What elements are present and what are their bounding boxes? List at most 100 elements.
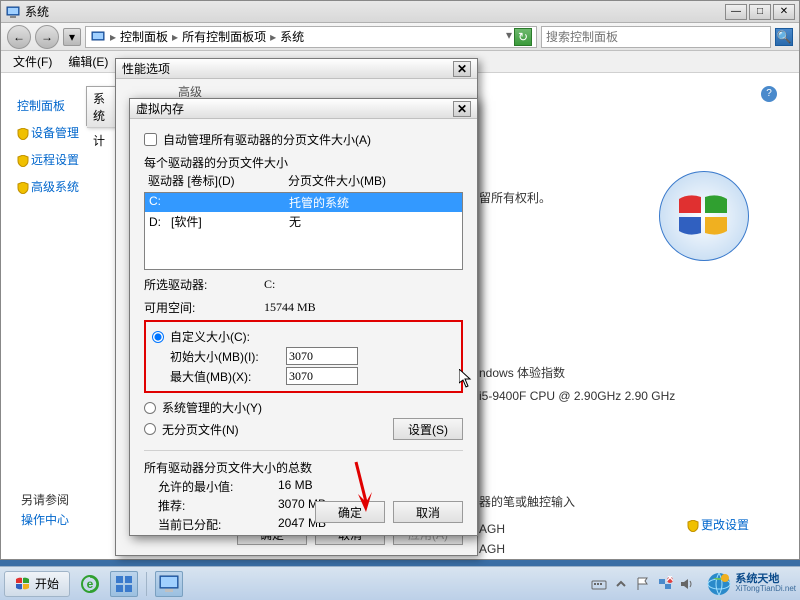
annotation-arrow-icon xyxy=(348,460,378,520)
dropdown-button[interactable]: ▾ xyxy=(63,28,81,46)
start-label: 开始 xyxy=(35,575,59,592)
watermark-url: XiTongTianDi.net xyxy=(735,585,796,593)
menu-file[interactable]: 文件(F) xyxy=(7,51,58,72)
vm-buttons: 确定 取消 xyxy=(315,501,463,523)
auto-manage-checkbox[interactable] xyxy=(144,133,157,146)
menu-edit[interactable]: 编辑(E) xyxy=(62,51,114,72)
watermark-logo: 系统天地 XiTongTianDi.net xyxy=(707,570,796,598)
selected-drive-value: C: xyxy=(264,277,275,292)
task-computer[interactable] xyxy=(155,571,183,597)
search-button[interactable]: 🔍 xyxy=(775,28,793,46)
windows-logo-icon xyxy=(659,171,749,261)
system-popup-line: 计 xyxy=(87,128,115,153)
min-value: 16 MB xyxy=(278,478,313,495)
network-icon[interactable]: ✕ xyxy=(657,576,673,592)
browser-icon: e xyxy=(80,574,100,594)
back-button[interactable]: ← xyxy=(7,25,31,49)
vm-cancel-button[interactable]: 取消 xyxy=(393,501,463,523)
drive-d-label: D: [软件] xyxy=(149,213,289,230)
app-icon xyxy=(114,574,134,594)
pen-touch-text: 器的笔或触控输入 xyxy=(479,493,769,510)
tab-advanced[interactable]: 高级 xyxy=(178,83,202,97)
drive-c-label: C: xyxy=(149,194,289,211)
paging-size-label: 每个驱动器的分页文件大小 xyxy=(144,154,463,171)
vm-body: 自动管理所有驱动器的分页文件大小(A) 每个驱动器的分页文件大小 驱动器 [卷标… xyxy=(130,119,477,547)
separator-icon: ▸ xyxy=(270,30,276,44)
svg-text:✕: ✕ xyxy=(665,576,673,585)
drive-row-d[interactable]: D: [软件] 无 xyxy=(145,212,462,231)
forward-button[interactable]: → xyxy=(35,25,59,49)
vm-title: 虚拟内存 xyxy=(136,100,453,117)
taskbar-divider xyxy=(146,572,147,596)
control-panel-home-link[interactable]: 控制面板 xyxy=(17,97,85,114)
no-paging-radio-row: 无分页文件(N) xyxy=(144,421,393,438)
globe-icon xyxy=(707,572,731,596)
keyboard-icon[interactable] xyxy=(591,576,607,592)
full-name-text: AGH xyxy=(479,542,769,556)
main-title: 系统 xyxy=(25,3,725,20)
maximize-button[interactable]: □ xyxy=(749,4,771,20)
rec-label: 推荐: xyxy=(158,497,278,514)
start-button[interactable]: 开始 xyxy=(4,571,70,597)
drive-c-paging: 托管的系统 xyxy=(289,194,349,211)
advanced-system-link[interactable]: 高级系统 xyxy=(17,178,85,195)
available-label: 可用空间: xyxy=(144,299,264,316)
system-managed-radio[interactable] xyxy=(144,402,156,414)
dropdown-icon[interactable]: ▾ xyxy=(506,28,512,46)
system-managed-label: 系统管理的大小(Y) xyxy=(162,399,262,416)
perf-title: 性能选项 xyxy=(122,60,453,77)
drive-header: 驱动器 [卷标](D) 分页文件大小(MB) xyxy=(144,171,463,190)
perf-close-button[interactable]: ✕ xyxy=(453,61,471,77)
volume-icon[interactable] xyxy=(679,576,695,592)
task-browser[interactable]: e xyxy=(76,571,104,597)
drive-list[interactable]: C: 托管的系统 D: [软件] 无 xyxy=(144,192,463,270)
drive-row-c[interactable]: C: 托管的系统 xyxy=(145,193,462,212)
device-manager-link[interactable]: 设备管理 xyxy=(17,124,85,141)
computer-icon xyxy=(5,4,21,20)
search-input[interactable] xyxy=(546,30,766,44)
custom-size-radio[interactable] xyxy=(152,331,164,343)
set-button[interactable]: 设置(S) xyxy=(393,418,463,440)
vm-close-button[interactable]: ✕ xyxy=(453,101,471,117)
search-box xyxy=(541,26,771,48)
window-buttons: — □ ✕ xyxy=(725,4,795,20)
cpu-text: i5-9400F CPU @ 2.90GHz 2.90 GHz xyxy=(479,389,769,403)
change-settings-link[interactable]: 更改设置 xyxy=(687,516,749,533)
selected-drive-row: 所选驱动器: C: xyxy=(144,276,463,293)
initial-size-row: 初始大小(MB)(I): xyxy=(170,347,455,365)
system-popup: 系统 计 xyxy=(86,86,116,126)
breadcrumb-item[interactable]: 系统 xyxy=(280,28,304,45)
remote-settings-link[interactable]: 远程设置 xyxy=(17,151,85,168)
paging-size-group: 每个驱动器的分页文件大小 驱动器 [卷标](D) 分页文件大小(MB) C: 托… xyxy=(144,154,463,270)
close-button[interactable]: ✕ xyxy=(773,4,795,20)
breadcrumb[interactable]: ▸ 控制面板 ▸ 所有控制面板项 ▸ 系统 ▾ ↻ xyxy=(85,26,537,48)
chevron-up-icon[interactable] xyxy=(613,576,629,592)
drive-header-col: 驱动器 [卷标](D) xyxy=(148,172,288,189)
breadcrumb-item[interactable]: 所有控制面板项 xyxy=(182,28,266,45)
available-value: 15744 MB xyxy=(264,300,316,315)
experience-index-text: ndows 体验指数 xyxy=(479,364,769,381)
max-size-row: 最大值(MB)(X): xyxy=(170,367,455,385)
task-app1[interactable] xyxy=(110,571,138,597)
available-space-row: 可用空间: 15744 MB xyxy=(144,299,463,316)
totals-title: 所有驱动器分页文件大小的总数 xyxy=(144,459,463,476)
shield-icon xyxy=(17,128,29,140)
initial-size-input[interactable] xyxy=(286,347,358,365)
auto-manage-checkbox-row: 自动管理所有驱动器的分页文件大小(A) xyxy=(144,131,463,148)
minimize-button[interactable]: — xyxy=(725,4,747,20)
no-paging-radio[interactable] xyxy=(144,423,156,435)
flag-icon[interactable] xyxy=(635,576,651,592)
refresh-button[interactable]: ↻ xyxy=(514,28,532,46)
selected-drive-label: 所选驱动器: xyxy=(144,276,264,293)
shield-icon xyxy=(17,155,29,167)
computer-icon xyxy=(90,29,106,45)
max-size-input[interactable] xyxy=(286,367,358,385)
custom-size-highlight: 自定义大小(C): 初始大小(MB)(I): 最大值(MB)(X): xyxy=(144,320,463,393)
navbar: ← → ▾ ▸ 控制面板 ▸ 所有控制面板项 ▸ 系统 ▾ ↻ 🔍 xyxy=(1,23,799,51)
windows-flag-icon xyxy=(15,576,31,592)
custom-size-label: 自定义大小(C): xyxy=(170,328,250,345)
max-size-label: 最大值(MB)(X): xyxy=(170,368,282,385)
action-center-link[interactable]: 操作中心 xyxy=(21,511,69,528)
separator-icon: ▸ xyxy=(110,30,116,44)
breadcrumb-item[interactable]: 控制面板 xyxy=(120,28,168,45)
